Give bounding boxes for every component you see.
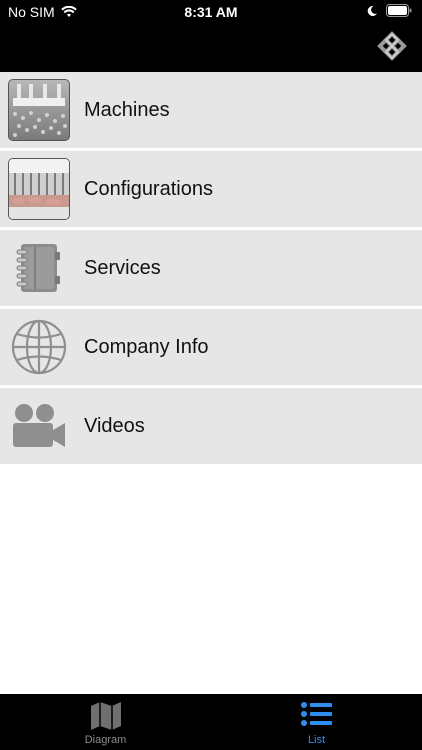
menu-item-label: Services (84, 256, 161, 279)
menu-list: Machines Configurations Services Company… (0, 72, 422, 467)
menu-item-configurations[interactable]: Configurations (0, 151, 422, 230)
menu-item-label: Videos (84, 414, 145, 437)
binder-icon (9, 238, 69, 298)
tab-label: Diagram (84, 734, 127, 746)
status-right (366, 4, 412, 17)
menu-item-label: Configurations (84, 177, 213, 200)
moon-icon (367, 5, 377, 16)
status-bar: No SIM 8:31 AM (0, 0, 422, 24)
tab-label: List (307, 734, 326, 746)
battery-icon (386, 4, 412, 17)
tab-list[interactable]: List (211, 694, 422, 750)
menu-item-company-info[interactable]: Company Info (0, 309, 422, 388)
tab-diagram[interactable]: Diagram (0, 694, 211, 750)
tab-bar: Diagram List (0, 694, 422, 750)
video-camera-icon (9, 396, 69, 456)
nav-bar (0, 24, 422, 72)
machines-photo (9, 80, 69, 140)
menu-item-services[interactable]: Services (0, 230, 422, 309)
menu-item-videos[interactable]: Videos (0, 388, 422, 467)
menu-item-machines[interactable]: Machines (0, 72, 422, 151)
map-icon (90, 702, 121, 730)
menu-item-label: Machines (84, 98, 170, 121)
status-time: 8:31 AM (184, 4, 238, 20)
menu-item-label: Company Info (84, 335, 209, 358)
globe-icon (9, 317, 69, 377)
company-logo-icon[interactable] (374, 28, 410, 64)
configurations-photo (9, 159, 69, 219)
list-icon (300, 702, 332, 726)
